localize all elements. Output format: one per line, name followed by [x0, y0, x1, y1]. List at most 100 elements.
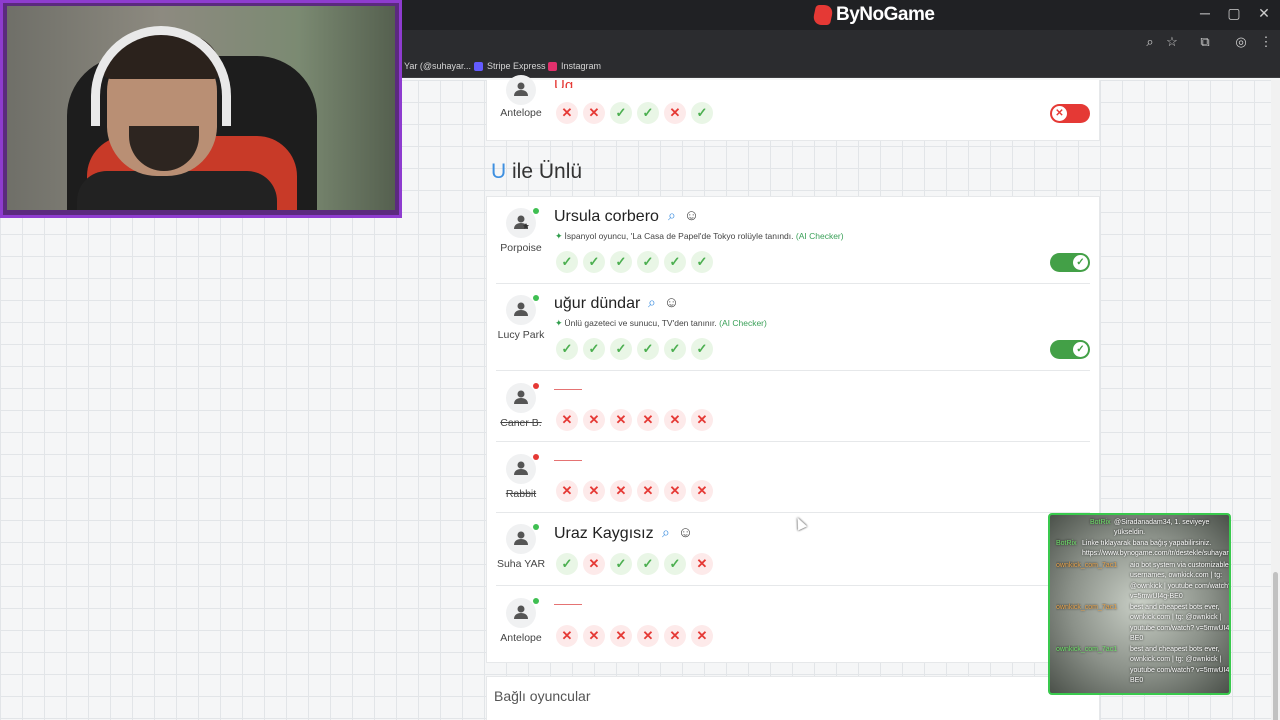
vote-marks: ✓ ✕ ✓ ✓ ✓ ✕	[556, 553, 713, 575]
row-divider	[496, 283, 1090, 284]
x-mark-icon: ✕	[610, 480, 632, 502]
avatar	[506, 524, 536, 554]
check-mark-icon: ✓	[691, 338, 713, 360]
search-icon[interactable]: ⌕	[662, 524, 670, 541]
player-name: Lucy Park	[497, 329, 545, 341]
section-title: U ile Ünlü	[491, 160, 582, 184]
maximize-button[interactable]: ▢	[1224, 5, 1244, 22]
answer-text: Ursula corbero	[554, 208, 659, 225]
webcam-video	[7, 6, 395, 210]
check-mark-icon: ✓	[664, 338, 686, 360]
x-mark-icon: ✕	[583, 480, 605, 502]
sparkle-icon: ✦	[555, 231, 563, 241]
headset-icon	[91, 26, 231, 126]
vote-marks: ✕ ✕ ✕ ✕ ✕ ✕	[556, 480, 713, 502]
webcam-overlay	[0, 0, 402, 218]
sparkle-icon: ✦	[555, 318, 563, 328]
row-divider	[496, 441, 1090, 442]
bynogame-logo[interactable]: ByNoGame	[811, 3, 935, 27]
x-mark-icon: ✕	[556, 102, 578, 124]
user-icon	[514, 461, 528, 475]
section-letter: U	[491, 160, 507, 183]
x-mark-icon: ✕	[583, 553, 605, 575]
check-mark-icon: ✓	[583, 251, 605, 273]
answer-text: uğur dündar	[554, 295, 641, 312]
ai-note: ✦ İspanyol oyuncu, 'La Casa de Papel'de T…	[555, 231, 844, 241]
vote-marks: ✕ ✕ ✕ ✕ ✕ ✕	[556, 409, 713, 431]
player-name: Antelope	[500, 107, 542, 119]
answer-toggle[interactable]: ✓	[1050, 253, 1090, 272]
emoji-add-icon[interactable]: ☺	[684, 207, 699, 224]
check-mark-icon: ✓	[691, 102, 713, 124]
x-mark-icon: ✕	[691, 409, 713, 431]
minimize-button[interactable]: ─	[1195, 5, 1215, 21]
chat-message: BotRix Linke tıklayarak bana bağış yapab…	[1056, 540, 1229, 558]
search-icon[interactable]: ⌕	[668, 207, 676, 224]
emoji-add-icon[interactable]: ☺	[664, 294, 679, 311]
x-mark-icon: ✕	[637, 480, 659, 502]
bynogame-logo-icon	[811, 5, 835, 25]
extensions-icon[interactable]: ⧉	[1196, 34, 1214, 50]
player-name: Caner B.	[500, 417, 542, 429]
check-mark-icon: ✓	[637, 102, 659, 124]
user-icon	[514, 302, 528, 316]
close-window-button[interactable]: ✕	[1254, 5, 1274, 22]
online-indicator	[533, 208, 539, 214]
bookmark-item[interactable]: Stripe Express	[474, 61, 546, 71]
x-mark-icon: ✕	[637, 409, 659, 431]
ai-checker-label: (AI Checker)	[719, 318, 767, 328]
avatar	[506, 295, 536, 325]
vote-marks: ✕ ✕ ✕ ✕ ✕ ✕	[556, 625, 713, 647]
user-icon	[514, 390, 528, 404]
check-mark-icon: ✓	[637, 338, 659, 360]
bookmark-item[interactable]: Yar (@suhayar...	[404, 61, 471, 71]
x-mark-icon: ✕	[664, 409, 686, 431]
brand-name: ByNoGame	[836, 4, 935, 25]
row-divider	[496, 512, 1090, 513]
player-name: Suha YAR	[496, 558, 546, 570]
bookmark-star-icon[interactable]: ☆	[1163, 34, 1181, 50]
toggle-x-icon: ✕	[1052, 106, 1067, 121]
menu-kebab-icon[interactable]: ⋮	[1257, 34, 1275, 50]
section-category: ile Ünlü	[512, 160, 583, 183]
check-mark-icon: ✓	[556, 338, 578, 360]
ai-checker-label: (AI Checker)	[795, 231, 844, 241]
check-mark-icon: ✓	[664, 553, 686, 575]
streamer-shirt	[77, 171, 277, 210]
zoom-icon[interactable]: ⌕	[1141, 34, 1159, 50]
page-scrollbar[interactable]	[1271, 80, 1280, 720]
instagram-icon	[548, 61, 557, 71]
vote-marks: ✓ ✓ ✓ ✓ ✓ ✓	[556, 338, 713, 360]
x-mark-icon: ✕	[664, 625, 686, 647]
user-star-icon	[514, 215, 529, 229]
bookmark-item[interactable]: Instagram	[548, 61, 601, 71]
x-mark-icon: ✕	[610, 409, 632, 431]
toggle-check-icon: ✓	[1073, 342, 1088, 357]
x-mark-icon: ✕	[556, 625, 578, 647]
x-mark-icon: ✕	[583, 102, 605, 124]
check-mark-icon: ✓	[556, 251, 578, 273]
avatar	[506, 208, 536, 238]
search-icon[interactable]: ⌕	[648, 294, 656, 311]
row-divider	[496, 370, 1090, 371]
emoji-add-icon[interactable]: ☺	[678, 524, 693, 541]
profile-icon[interactable]: ◎	[1232, 34, 1250, 50]
answer-toggle[interactable]: ✕	[1050, 104, 1090, 123]
check-mark-icon: ✓	[664, 251, 686, 273]
x-mark-icon: ✕	[691, 480, 713, 502]
check-mark-icon: ✓	[637, 553, 659, 575]
player-name: Rabbit	[505, 488, 537, 500]
online-indicator	[533, 295, 539, 301]
x-mark-icon: ✕	[556, 409, 578, 431]
stripe-icon	[474, 61, 483, 71]
avatar	[506, 454, 536, 484]
empty-answer-dash	[554, 604, 582, 605]
x-mark-icon: ✕	[664, 480, 686, 502]
user-icon	[514, 531, 528, 545]
offline-indicator	[533, 454, 539, 460]
answer-text: Uraz Kaygısız	[554, 525, 654, 542]
check-mark-icon: ✓	[556, 553, 578, 575]
avatar	[506, 75, 536, 105]
answer-toggle[interactable]: ✓	[1050, 340, 1090, 359]
scrollbar-thumb[interactable]	[1273, 572, 1278, 720]
